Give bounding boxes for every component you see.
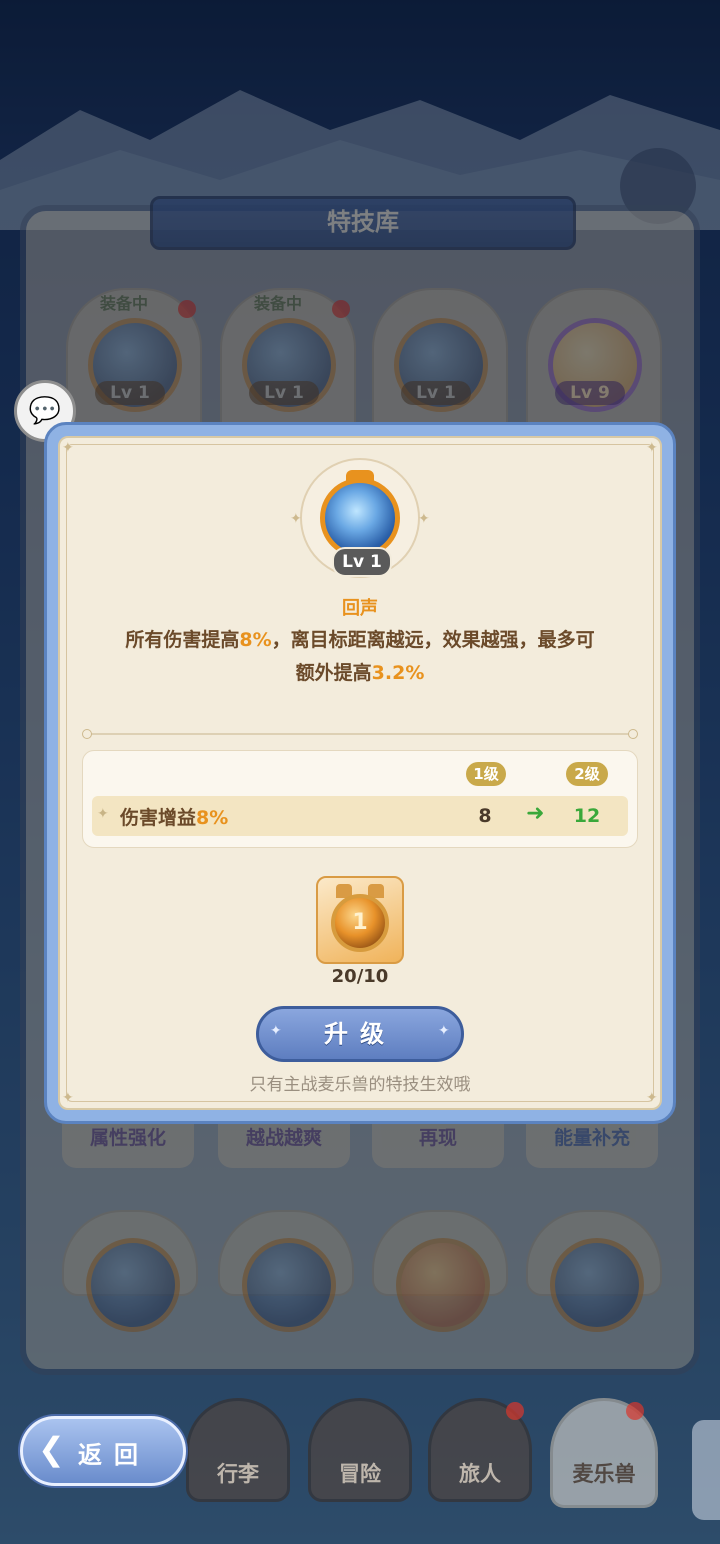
sparkle-icon: ✦: [270, 1023, 282, 1039]
corner-ornament-icon: ✦: [646, 440, 658, 456]
corner-ornament-icon: ✦: [62, 440, 74, 456]
side-drawer-tab[interactable]: [692, 1420, 720, 1520]
nav-traveler-label: 旅人: [459, 1462, 501, 1486]
bullet-icon: ✦: [97, 806, 109, 822]
sparkle-icon: ✦: [290, 511, 302, 527]
section-divider: [82, 729, 638, 739]
material-count: 20/10: [331, 966, 389, 987]
notification-dot: [506, 1402, 524, 1420]
nav-luggage-label: 行李: [217, 1462, 259, 1486]
next-level-header: 2级: [566, 762, 608, 786]
chat-bubble-icon: 💬: [28, 396, 62, 426]
skill-level-badge: Lv 1: [332, 547, 392, 577]
back-label: 返回: [78, 1441, 150, 1469]
skill-description: 所有伤害提高8%，离目标距离越远，效果越强，最多可 额外提高3.2%: [125, 629, 595, 684]
nav-pet-label: 麦乐兽: [572, 1462, 636, 1486]
upgrade-button[interactable]: 升级: [256, 1006, 464, 1062]
arrow-right-icon: ➜: [526, 801, 545, 826]
skill-avatar-icon: [320, 478, 400, 558]
skill-coin-icon: 1: [331, 894, 389, 952]
stat-next-value: 12: [573, 805, 601, 827]
stat-label: 伤害增益8%: [120, 807, 229, 829]
notification-dot: [626, 1402, 644, 1420]
nav-adventure-label: 冒险: [339, 1462, 381, 1486]
skill-name: 回声: [342, 598, 378, 619]
current-level-header: 1级: [466, 762, 506, 786]
stat-current-value: 8: [478, 805, 492, 827]
sparkle-icon: ✦: [418, 511, 430, 527]
upgrade-note: 只有主战麦乐兽的特技生效哦: [249, 1075, 471, 1095]
back-arrow-icon: ❮: [38, 1430, 65, 1468]
sparkle-icon: ✦: [438, 1023, 450, 1039]
